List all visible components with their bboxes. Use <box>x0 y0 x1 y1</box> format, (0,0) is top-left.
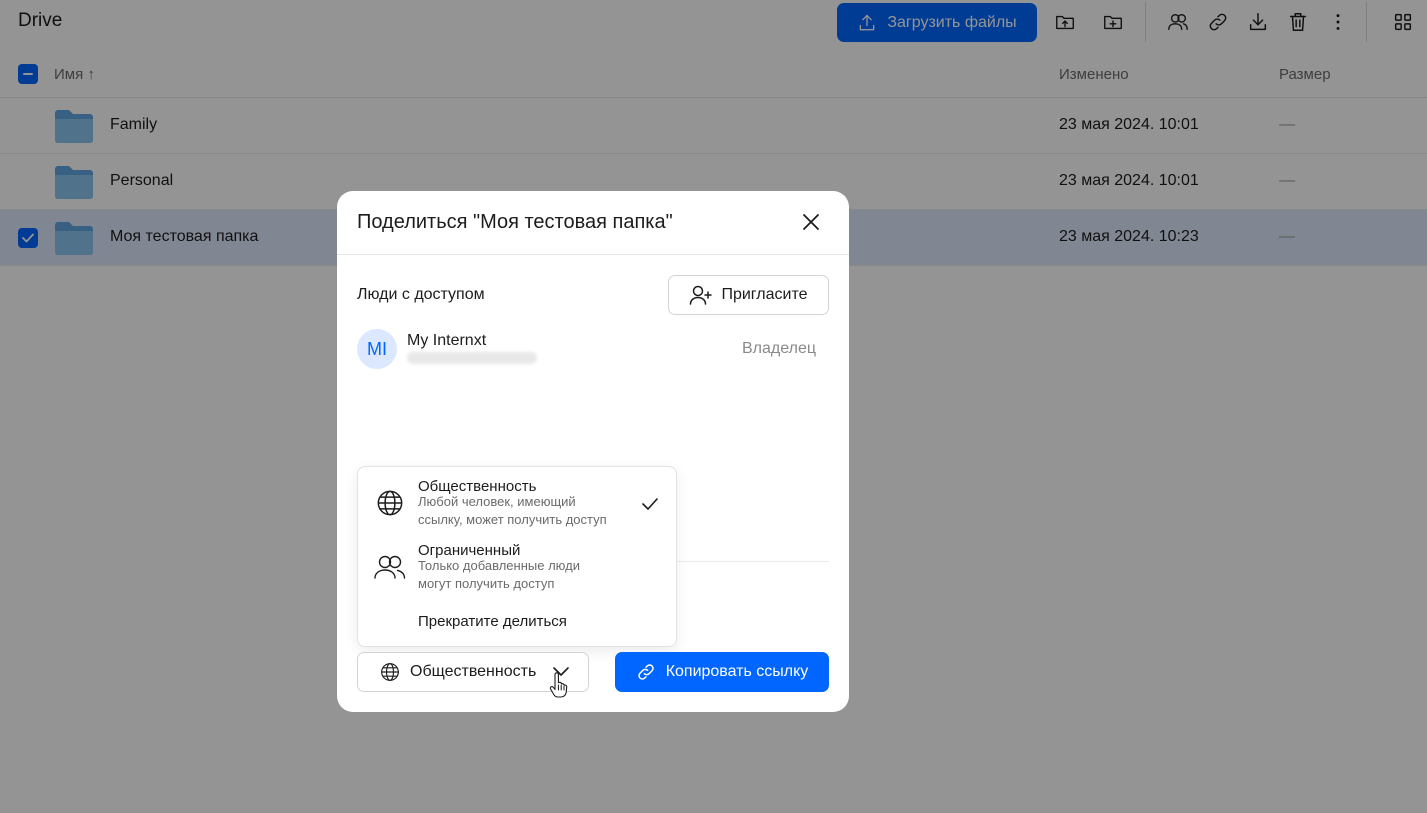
access-option-desc: Только добавленные люди <box>418 558 580 573</box>
hand-cursor-icon <box>549 672 568 698</box>
stop-sharing-option[interactable]: Прекратите делиться <box>418 613 567 630</box>
user-role: Владелец <box>742 340 817 357</box>
dialog-divider <box>337 254 849 255</box>
user-email-redacted <box>407 352 537 364</box>
access-dropdown-menu: Общественность Любой человек, имеющий сс… <box>357 466 677 647</box>
access-option-desc: ссылку, может получить доступ <box>418 512 607 527</box>
copy-link-button[interactable]: Копировать ссылку <box>615 652 829 692</box>
people-with-access-label: Люди с доступом <box>357 286 485 303</box>
users-icon <box>374 551 406 583</box>
close-icon[interactable] <box>799 210 823 234</box>
globe-icon <box>374 487 406 519</box>
invite-label: Пригласите <box>721 286 808 303</box>
user-name: My Internxt <box>407 332 487 349</box>
access-level-label: Общественность <box>410 663 537 680</box>
copy-link-label: Копировать ссылку <box>665 663 809 680</box>
share-dialog: Поделиться "Моя тестовая папка" Люди с д… <box>337 191 849 712</box>
link-icon <box>637 664 654 680</box>
invite-button[interactable]: Пригласите <box>668 275 829 315</box>
avatar: MI <box>357 329 397 369</box>
add-user-icon <box>690 285 713 305</box>
access-option-desc: Любой человек, имеющий <box>418 494 576 509</box>
check-icon <box>642 498 658 510</box>
globe-icon <box>381 663 399 681</box>
access-option-desc: могут получить доступ <box>418 576 555 591</box>
dialog-title: Поделиться "Моя тестовая папка" <box>357 211 673 233</box>
